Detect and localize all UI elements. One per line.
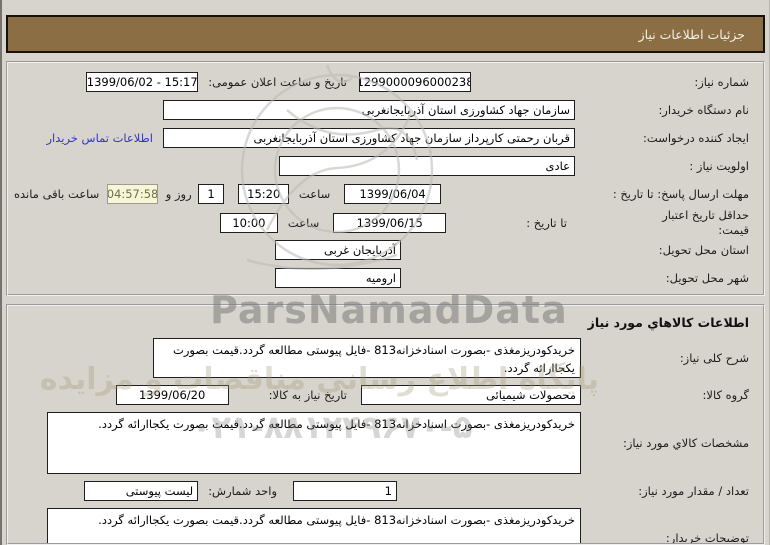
buyer-notes-row: توضیحات خریدار: خریدکودریزمغذی -بصورت اس… xyxy=(14,505,757,545)
goods-specs-row: مشخصات کالاي مورد نیاز: خریدکودریزمغذی -… xyxy=(14,409,757,477)
hours-remaining-label: ساعت باقی مانده xyxy=(14,187,99,201)
quantity-field[interactable]: 1 xyxy=(293,481,397,501)
request-creator-row: ایجاد کننده درخواست: قربان رحمتی کارپردا… xyxy=(14,124,757,152)
goods-specs-label: مشخصات کالاي مورد نیاز: xyxy=(581,436,757,451)
validity-date-field[interactable]: 1399/06/15 xyxy=(333,213,446,233)
buyer-org-field[interactable]: سازمان جهاد کشاورزی استان آذربایجانغربی xyxy=(163,100,575,120)
unit-label: واحد شمارش: xyxy=(208,484,277,498)
reply-deadline-time-field[interactable]: 15:20 xyxy=(238,184,288,204)
goods-group-label: گروه کالا: xyxy=(581,388,757,403)
request-creator-field[interactable]: قربان رحمتی کارپرداز سازمان جهاد کشاورزی… xyxy=(163,128,575,148)
general-desc-row: شرح کلی نیاز: خریدکودریزمغذی -بصورت اسنا… xyxy=(14,335,757,381)
reply-deadline-row: مهلت ارسال پاسخ: تا تاریخ : 1399/06/04 س… xyxy=(14,180,757,208)
quantity-row: تعداد / مقدار مورد نیاز: 1 واحد شمارش: ل… xyxy=(14,477,757,505)
need-details-page: جزئیات اطلاعات نیاز شماره نیاز: 12990000… xyxy=(0,0,770,545)
goods-specs-textarea[interactable]: خریدکودریزمغذی -بصورت اسنادخزانه813 -فای… xyxy=(47,412,581,474)
delivery-province-field[interactable]: آذربایجان غربی xyxy=(275,240,401,260)
price-validity-label: حداقل تاریخ اعتبار قیمت: xyxy=(581,208,757,238)
goods-need-date-label: تاریخ نیاز به کالا: xyxy=(269,388,347,402)
price-validity-row: حداقل تاریخ اعتبار قیمت: تا تاریخ : 1399… xyxy=(14,208,757,236)
announce-datetime-field[interactable]: 1399/06/02 - 15:17 xyxy=(86,72,198,92)
delivery-city-field[interactable]: ارومیه xyxy=(275,268,401,288)
priority-row: اولویت نیاز : عادی xyxy=(14,152,757,180)
goods-need-date-field[interactable]: 1399/06/20 xyxy=(116,385,229,405)
days-and-label: روز و xyxy=(166,187,192,201)
general-desc-textarea[interactable]: خریدکودریزمغذی -بصورت اسنادخزانه813 -فای… xyxy=(153,338,581,378)
need-info-panel: شماره نیاز: 1299000096000238 تاریخ و ساع… xyxy=(6,61,765,296)
delivery-city-row: شهر محل تحویل: ارومیه xyxy=(14,264,757,292)
reply-deadline-date-field[interactable]: 1399/06/04 xyxy=(344,184,441,204)
validity-time-field[interactable]: 10:00 xyxy=(220,213,278,233)
need-number-row: شماره نیاز: 1299000096000238 تاریخ و ساع… xyxy=(14,68,757,96)
goods-group-field[interactable]: محصولات شیمیائی xyxy=(361,385,581,405)
countdown-timer: 04:57:58 xyxy=(107,184,157,204)
goods-info-panel: اطلاعات کالاهاي مورد نیاز شرح کلی نیاز: … xyxy=(6,304,765,545)
need-number-field[interactable]: 1299000096000238 xyxy=(359,72,471,92)
buyer-notes-textarea[interactable]: خریدکودریزمغذی -بصورت اسنادخزانه813 -فای… xyxy=(47,508,581,545)
delivery-city-label: شهر محل تحویل: xyxy=(581,271,757,286)
announce-datetime-label: تاریخ و ساعت اعلان عمومی: xyxy=(208,75,347,89)
validity-hour-label: ساعت xyxy=(288,216,319,230)
page-title: جزئیات اطلاعات نیاز xyxy=(639,27,745,42)
buyer-contact-link[interactable]: اطلاعات تماس خریدار xyxy=(46,131,153,145)
request-creator-label: ایجاد کننده درخواست: xyxy=(581,131,757,146)
remaining-days-field[interactable]: 1 xyxy=(198,184,225,204)
deadline-hour-label: ساعت xyxy=(299,187,330,201)
quantity-label: تعداد / مقدار مورد نیاز: xyxy=(581,484,757,499)
buyer-org-row: نام دستگاه خریدار: سازمان جهاد کشاورزی ا… xyxy=(14,96,757,124)
delivery-province-row: استان محل تحویل: آذربایجان غربی xyxy=(14,236,757,264)
need-number-label: شماره نیاز: xyxy=(581,75,757,90)
priority-label: اولویت نیاز : xyxy=(581,159,757,174)
goods-section-header: اطلاعات کالاهاي مورد نیاز xyxy=(14,306,757,335)
unit-field[interactable]: لیست پیوستی xyxy=(84,481,198,501)
page-title-bar: جزئیات اطلاعات نیاز xyxy=(6,15,765,53)
buyer-notes-label: توضیحات خریدار: xyxy=(581,531,757,545)
delivery-province-label: استان محل تحویل: xyxy=(581,243,757,258)
buyer-org-label: نام دستگاه خریدار: xyxy=(581,103,757,118)
validity-until-label: تا تاریخ : xyxy=(526,216,567,230)
priority-field[interactable]: عادی xyxy=(279,156,575,176)
reply-deadline-label: مهلت ارسال پاسخ: تا تاریخ : xyxy=(581,187,757,202)
goods-group-row: گروه کالا: محصولات شیمیائی تاریخ نیاز به… xyxy=(14,381,757,409)
general-desc-label: شرح کلی نیاز: xyxy=(581,351,757,366)
